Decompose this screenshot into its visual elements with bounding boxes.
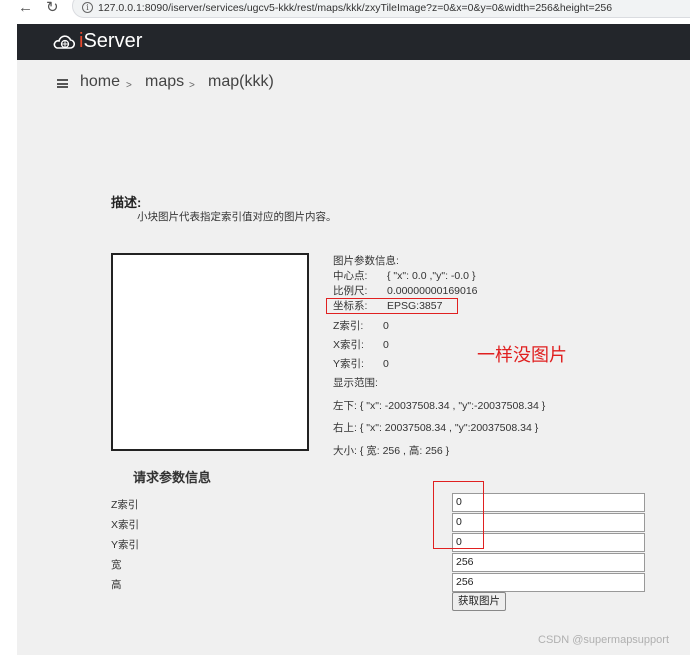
crs-highlight-box <box>326 298 458 314</box>
app-logo[interactable]: iServer <box>79 30 142 52</box>
width-label: 宽 <box>111 559 122 571</box>
x-index-label: X索引 <box>111 519 140 531</box>
height-input[interactable]: 256 <box>452 573 645 592</box>
request-params-title: 请求参数信息 <box>133 470 212 485</box>
tile-image <box>111 253 309 451</box>
breadcrumb-separator: > <box>189 80 195 91</box>
browser-address-bar: ← ↻ i 127.0.0.1:8090/iserver/services/ug… <box>0 0 690 20</box>
get-image-button[interactable]: 获取图片 <box>452 592 506 611</box>
z-index-row: Z索引: 0 <box>333 320 389 332</box>
scale-label: 比例尺: <box>333 285 368 297</box>
x-label: X索引: <box>333 339 364 351</box>
reload-icon[interactable]: ↻ <box>46 0 59 16</box>
cloud-globe-icon <box>53 35 75 49</box>
bounds-label: 显示范围: <box>333 377 378 389</box>
watermark: CSDN @supermapsupport <box>538 634 669 646</box>
breadcrumb-home[interactable]: home <box>80 72 120 92</box>
upper-right-bounds: 右上: { "x": 20037508.34 , "y":20037508.34… <box>333 422 539 434</box>
z-index-label: Z索引 <box>111 499 139 511</box>
center-point-row: 中心点: { "x": 0.0 ,"y": -0.0 } <box>333 270 475 282</box>
app-header: iServer <box>17 24 690 60</box>
scale-value: 0.00000000169016 <box>387 285 478 297</box>
image-size: 大小: { 宽: 256 , 高: 256 } <box>333 445 450 457</box>
annotation-text: 一样没图片 <box>477 345 567 366</box>
info-icon[interactable]: i <box>82 2 93 13</box>
scale-row: 比例尺: 0.00000000169016 <box>333 285 478 297</box>
description-text: 小块图片代表指定索引值对应的图片内容。 <box>137 211 337 223</box>
z-label: Z索引: <box>333 320 364 332</box>
breadcrumb-maps[interactable]: maps <box>145 72 184 92</box>
height-label: 高 <box>111 579 122 591</box>
z-value: 0 <box>383 320 389 332</box>
list-icon <box>57 79 68 88</box>
breadcrumb-map-kkk[interactable]: map(kkk) <box>208 72 274 92</box>
image-params-title: 图片参数信息: <box>333 255 399 267</box>
y-index-label: Y索引 <box>111 539 140 551</box>
arrow-left-icon[interactable]: ← <box>18 0 33 16</box>
lower-left-bounds: 左下: { "x": -20037508.34 , "y":-20037508.… <box>333 400 546 412</box>
breadcrumb-separator: > <box>126 80 132 91</box>
width-input[interactable]: 256 <box>452 553 645 572</box>
x-index-row: X索引: 0 <box>333 339 389 351</box>
url-text[interactable]: 127.0.0.1:8090/iserver/services/ugcv5-kk… <box>98 2 612 15</box>
y-index-row: Y索引: 0 <box>333 358 389 370</box>
index-inputs-highlight-box <box>433 481 484 549</box>
center-value: { "x": 0.0 ,"y": -0.0 } <box>387 270 476 282</box>
y-value: 0 <box>383 358 389 370</box>
logo-name: Server <box>83 30 143 52</box>
y-label: Y索引: <box>333 358 364 370</box>
center-label: 中心点: <box>333 270 368 282</box>
x-value: 0 <box>383 339 389 351</box>
